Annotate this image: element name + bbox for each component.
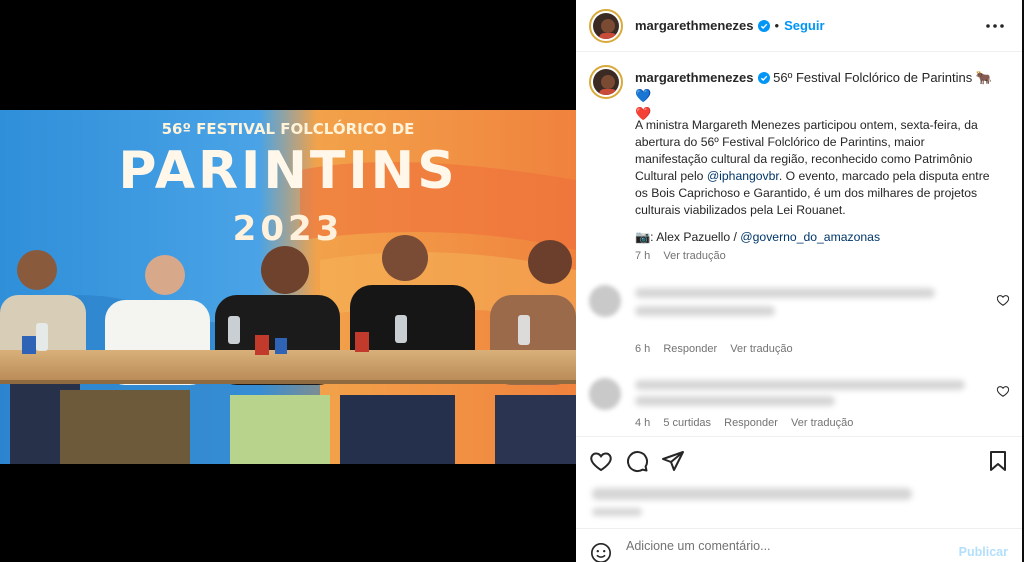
blurred-comment-text [635, 396, 835, 406]
post-media[interactable]: 56º FESTIVAL FOLCLÓRICO DE PARINTINS 202… [0, 0, 576, 562]
mention-iphangovbr[interactable]: @iphangovbr [707, 169, 779, 183]
see-translation-link[interactable]: Ver tradução [663, 250, 725, 262]
see-translation-link[interactable]: Ver tradução [791, 417, 853, 429]
caption-meta: 7 h Ver tradução [635, 250, 736, 262]
verified-badge-icon [757, 72, 770, 84]
separator-dot: • [774, 18, 780, 33]
comment-time: 4 h [635, 417, 651, 429]
table [0, 350, 576, 382]
caption-body: A ministra Margareth Menezes participou … [635, 117, 995, 219]
comment-input[interactable] [626, 539, 946, 553]
post-photo[interactable]: 56º FESTIVAL FOLCLÓRICO DE PARINTINS 202… [0, 110, 576, 464]
comment-icon[interactable] [625, 449, 649, 473]
mention-governo[interactable]: @governo_do_amazonas [740, 230, 880, 244]
comment-time: 6 h [635, 343, 651, 355]
action-bar [576, 436, 1022, 484]
photo-credit: 📷: Alex Pazuello / @governo_do_amazonas [635, 229, 880, 246]
caption-username[interactable]: margarethmenezes [635, 70, 754, 85]
like-comment-icon[interactable] [996, 384, 1010, 398]
see-translation-link[interactable]: Ver tradução [730, 343, 792, 355]
comment-avatar[interactable] [589, 285, 621, 317]
reply-link[interactable]: Responder [724, 417, 778, 429]
blurred-comment-text [635, 288, 935, 298]
blurred-date-text [592, 508, 642, 516]
like-icon[interactable] [589, 449, 613, 473]
like-comment-icon[interactable] [996, 293, 1010, 307]
caption-title-line: margarethmenezes 56º Festival Folclórico… [635, 69, 1005, 123]
more-options-icon[interactable] [984, 15, 1006, 37]
comment-likes[interactable]: 5 curtidas [663, 417, 711, 429]
publish-button[interactable]: Publicar [959, 545, 1008, 559]
svg-text:56º FESTIVAL FOLCLÓRICO DE: 56º FESTIVAL FOLCLÓRICO DE [162, 119, 415, 138]
svg-text:2023: 2023 [233, 209, 344, 249]
post-panel: margarethmenezes • Seguir margarethmenez… [576, 0, 1022, 562]
emoji-icon[interactable] [590, 542, 612, 562]
svg-text:PARINTINS: PARINTINS [118, 141, 457, 201]
blurred-comment-text [635, 306, 775, 316]
caption-time: 7 h [635, 250, 651, 262]
share-icon[interactable] [661, 449, 685, 473]
comment-meta: 4 h 5 curtidas Responder Ver tradução [635, 417, 863, 429]
username-link[interactable]: margarethmenezes [635, 18, 754, 33]
comment-meta: 6 h Responder Ver tradução [635, 343, 803, 355]
reply-link[interactable]: Responder [663, 343, 717, 355]
verified-badge-icon [757, 19, 770, 32]
add-comment-bar: Publicar [576, 528, 1022, 562]
blurred-comment-text [635, 380, 965, 390]
credit-text: 📷: Alex Pazuello / [635, 230, 741, 244]
save-bookmark-icon[interactable] [986, 449, 1010, 473]
avatar[interactable] [589, 8, 623, 43]
caption-avatar[interactable] [589, 65, 623, 99]
blurred-likes-text [592, 488, 912, 500]
post-header: margarethmenezes • Seguir [576, 0, 1022, 52]
comment-avatar[interactable] [589, 378, 621, 410]
follow-button[interactable]: Seguir [784, 18, 824, 33]
